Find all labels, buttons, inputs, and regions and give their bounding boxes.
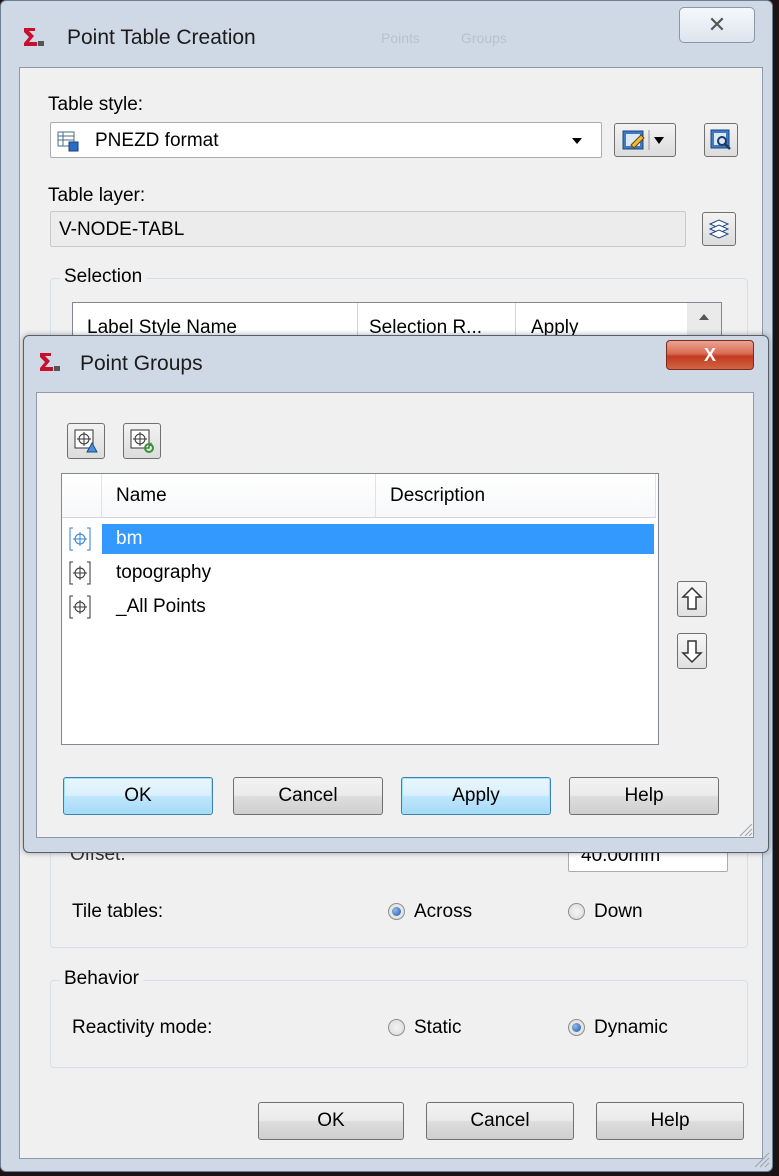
point-group-name: topography: [116, 562, 212, 583]
table-style-label: Table style:: [48, 94, 144, 115]
behavior-group-title: Behavior: [60, 968, 143, 990]
move-up-button[interactable]: [677, 581, 707, 617]
reactivity-dynamic-label[interactable]: Dynamic: [594, 1017, 668, 1039]
layer-select-button[interactable]: [702, 212, 736, 246]
tile-down-radio[interactable]: [568, 903, 585, 920]
ok-button[interactable]: OK: [258, 1102, 404, 1140]
resize-grip-icon[interactable]: [737, 821, 753, 837]
close-icon: ✕: [707, 12, 727, 37]
point-group-icon: [69, 595, 91, 619]
point-group-name: bm: [116, 528, 143, 549]
tile-across-label[interactable]: Across: [414, 901, 472, 923]
update-point-group-button[interactable]: [123, 423, 161, 459]
chevron-down-icon: [572, 138, 582, 144]
column-header-description[interactable]: Description: [376, 474, 656, 518]
dialog-title: Point Table Creation: [67, 26, 256, 49]
edit-style-icon: [622, 130, 664, 150]
list-item[interactable]: bm: [102, 524, 654, 554]
move-down-button[interactable]: [677, 633, 707, 669]
update-point-group-icon: [130, 429, 154, 453]
list-item[interactable]: topography: [102, 558, 642, 588]
point-group-properties-icon: [74, 429, 98, 453]
civil3d-app-icon: [40, 353, 60, 371]
preview-style-button[interactable]: [704, 123, 738, 157]
point-group-icon: [69, 561, 91, 585]
tile-down-label[interactable]: Down: [594, 901, 643, 923]
list-item[interactable]: _All Points: [102, 592, 642, 622]
column-header-blank: [62, 474, 102, 518]
table-style-dropdown[interactable]: PNEZD format: [50, 122, 602, 158]
magnifier-icon: [710, 129, 731, 150]
point-groups-dialog: Point Groups X Name Description bm topog…: [23, 335, 769, 853]
close-button[interactable]: ✕: [679, 7, 755, 43]
reactivity-static-radio[interactable]: [388, 1019, 405, 1036]
background-title-text: Points: [381, 30, 420, 46]
point-groups-list: Name Description bm topography _All Points: [61, 473, 659, 745]
table-style-icon: [57, 131, 79, 152]
cancel-button[interactable]: Cancel: [233, 777, 383, 815]
table-layer-label: Table layer:: [48, 185, 146, 206]
arrow-down-icon: [681, 640, 703, 664]
reactivity-static-label[interactable]: Static: [414, 1017, 462, 1039]
close-button[interactable]: X: [666, 340, 754, 370]
help-button[interactable]: Help: [596, 1102, 744, 1140]
background-title-text: Groups: [461, 30, 507, 46]
chevron-up-icon: [699, 314, 709, 320]
point-group-name: _All Points: [116, 596, 206, 617]
close-icon: X: [703, 344, 716, 365]
point-group-properties-button[interactable]: [67, 423, 105, 459]
reactivity-mode-label: Reactivity mode:: [72, 1017, 213, 1038]
edit-style-button[interactable]: [614, 123, 676, 157]
help-button[interactable]: Help: [569, 777, 719, 815]
civil3d-app-icon: [24, 28, 44, 46]
table-layer-value: V-NODE-TABL: [59, 219, 185, 240]
cancel-button[interactable]: Cancel: [426, 1102, 574, 1140]
arrow-up-icon: [681, 586, 703, 610]
ok-button[interactable]: OK: [63, 777, 213, 815]
point-group-icon: [69, 527, 91, 551]
table-layer-field: V-NODE-TABL: [50, 211, 686, 247]
dialog-client-area: Name Description bm topography _All Points…: [36, 392, 754, 838]
layers-icon: [708, 219, 730, 239]
apply-button[interactable]: Apply: [401, 777, 551, 815]
column-header-name[interactable]: Name: [102, 474, 376, 518]
table-style-value: PNEZD format: [95, 130, 219, 151]
tile-across-radio[interactable]: [388, 903, 405, 920]
selection-group-title: Selection: [60, 266, 147, 288]
resize-grip-icon[interactable]: [752, 1150, 770, 1168]
dialog-title: Point Groups: [80, 352, 203, 375]
tile-tables-label: Tile tables:: [72, 901, 164, 922]
reactivity-dynamic-radio[interactable]: [568, 1019, 585, 1036]
